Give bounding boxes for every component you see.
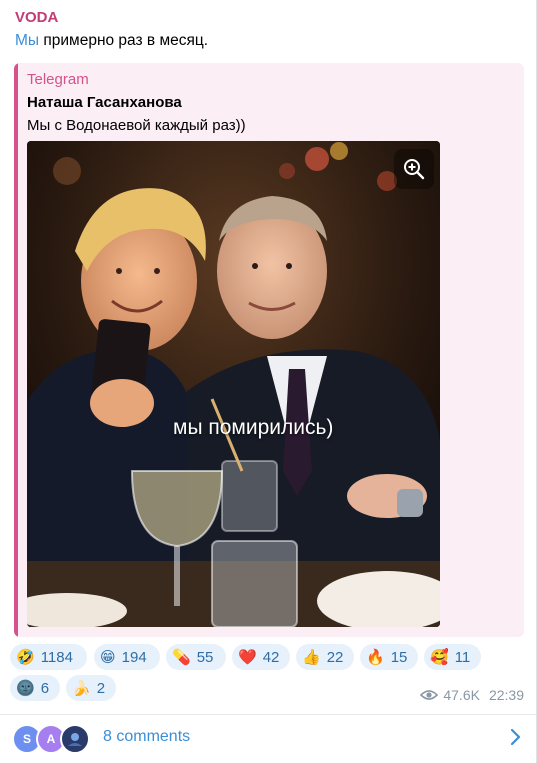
reaction-grin[interactable]: 😁 194	[94, 644, 160, 670]
forwarded-quote[interactable]: Telegram Наташа Гасанханова Мы с Водонае…	[14, 63, 524, 637]
reaction-banana[interactable]: 🍌 2	[66, 675, 116, 701]
reaction-count: 1184	[40, 648, 73, 666]
post-text: Мы примерно раз в месяц.	[15, 32, 208, 50]
reaction-count: 11	[454, 648, 471, 666]
reaction-fire[interactable]: 🔥 15	[360, 644, 418, 670]
rofl-icon: 🤣	[16, 648, 35, 666]
pill-icon: 💊	[172, 648, 191, 666]
reaction-count: 42	[262, 648, 280, 666]
reaction-count: 55	[196, 648, 214, 666]
thumbs-up-icon: 👍	[302, 648, 321, 666]
moon-face-icon: 🌚	[16, 679, 35, 697]
comments-label: 8 comments	[103, 728, 191, 745]
reaction-pill[interactable]: 💊 55	[166, 644, 226, 670]
channel-name[interactable]: VODA	[15, 9, 58, 26]
post-meta: 47.6K 22:39	[420, 687, 524, 703]
view-count: 47.6K	[443, 687, 480, 703]
quote-author: Наташа Гасанханова	[27, 94, 182, 111]
photo-caption: мы помирились)	[173, 416, 334, 439]
reaction-moon-face[interactable]: 🌚 6	[10, 675, 60, 701]
reaction-thumbs-up[interactable]: 👍 22	[296, 644, 354, 670]
reaction-heart[interactable]: ❤️ 42	[232, 644, 290, 670]
reaction-count: 6	[40, 679, 50, 697]
chevron-right-icon	[510, 728, 521, 746]
banana-icon: 🍌	[72, 679, 91, 697]
post-mention[interactable]: Мы	[15, 32, 39, 49]
post-time: 22:39	[488, 687, 524, 703]
reaction-rofl[interactable]: 🤣 1184	[10, 644, 87, 670]
comments-button[interactable]: S A 8 comments	[0, 714, 537, 760]
reaction-count: 22	[326, 648, 344, 666]
quote-photo[interactable]: мы помирились)	[27, 141, 440, 627]
reaction-count: 2	[96, 679, 106, 697]
photo-scene	[27, 141, 440, 627]
quote-text: Мы с Водонаевой каждый раз))	[27, 117, 246, 134]
heart-icon: ❤️	[238, 648, 257, 666]
quote-source[interactable]: Telegram	[27, 71, 89, 88]
fire-icon: 🔥	[366, 648, 385, 666]
channel-post: VODA Мы примерно раз в месяц. Telegram Н…	[0, 0, 537, 763]
grin-icon: 😁	[100, 648, 116, 666]
avatar	[60, 724, 90, 754]
eye-icon	[420, 690, 439, 700]
reaction-count: 15	[390, 648, 408, 666]
post-text-rest: примерно раз в месяц.	[39, 32, 209, 49]
quote-accent-bar	[14, 63, 18, 637]
avatar-image-icon	[66, 730, 84, 748]
zoom-button[interactable]	[394, 149, 434, 189]
zoom-in-icon	[404, 159, 425, 180]
reaction-smiling-hearts[interactable]: 🥰 11	[424, 644, 481, 670]
reaction-count: 194	[121, 648, 147, 666]
smiling-hearts-icon: 🥰	[430, 648, 449, 666]
